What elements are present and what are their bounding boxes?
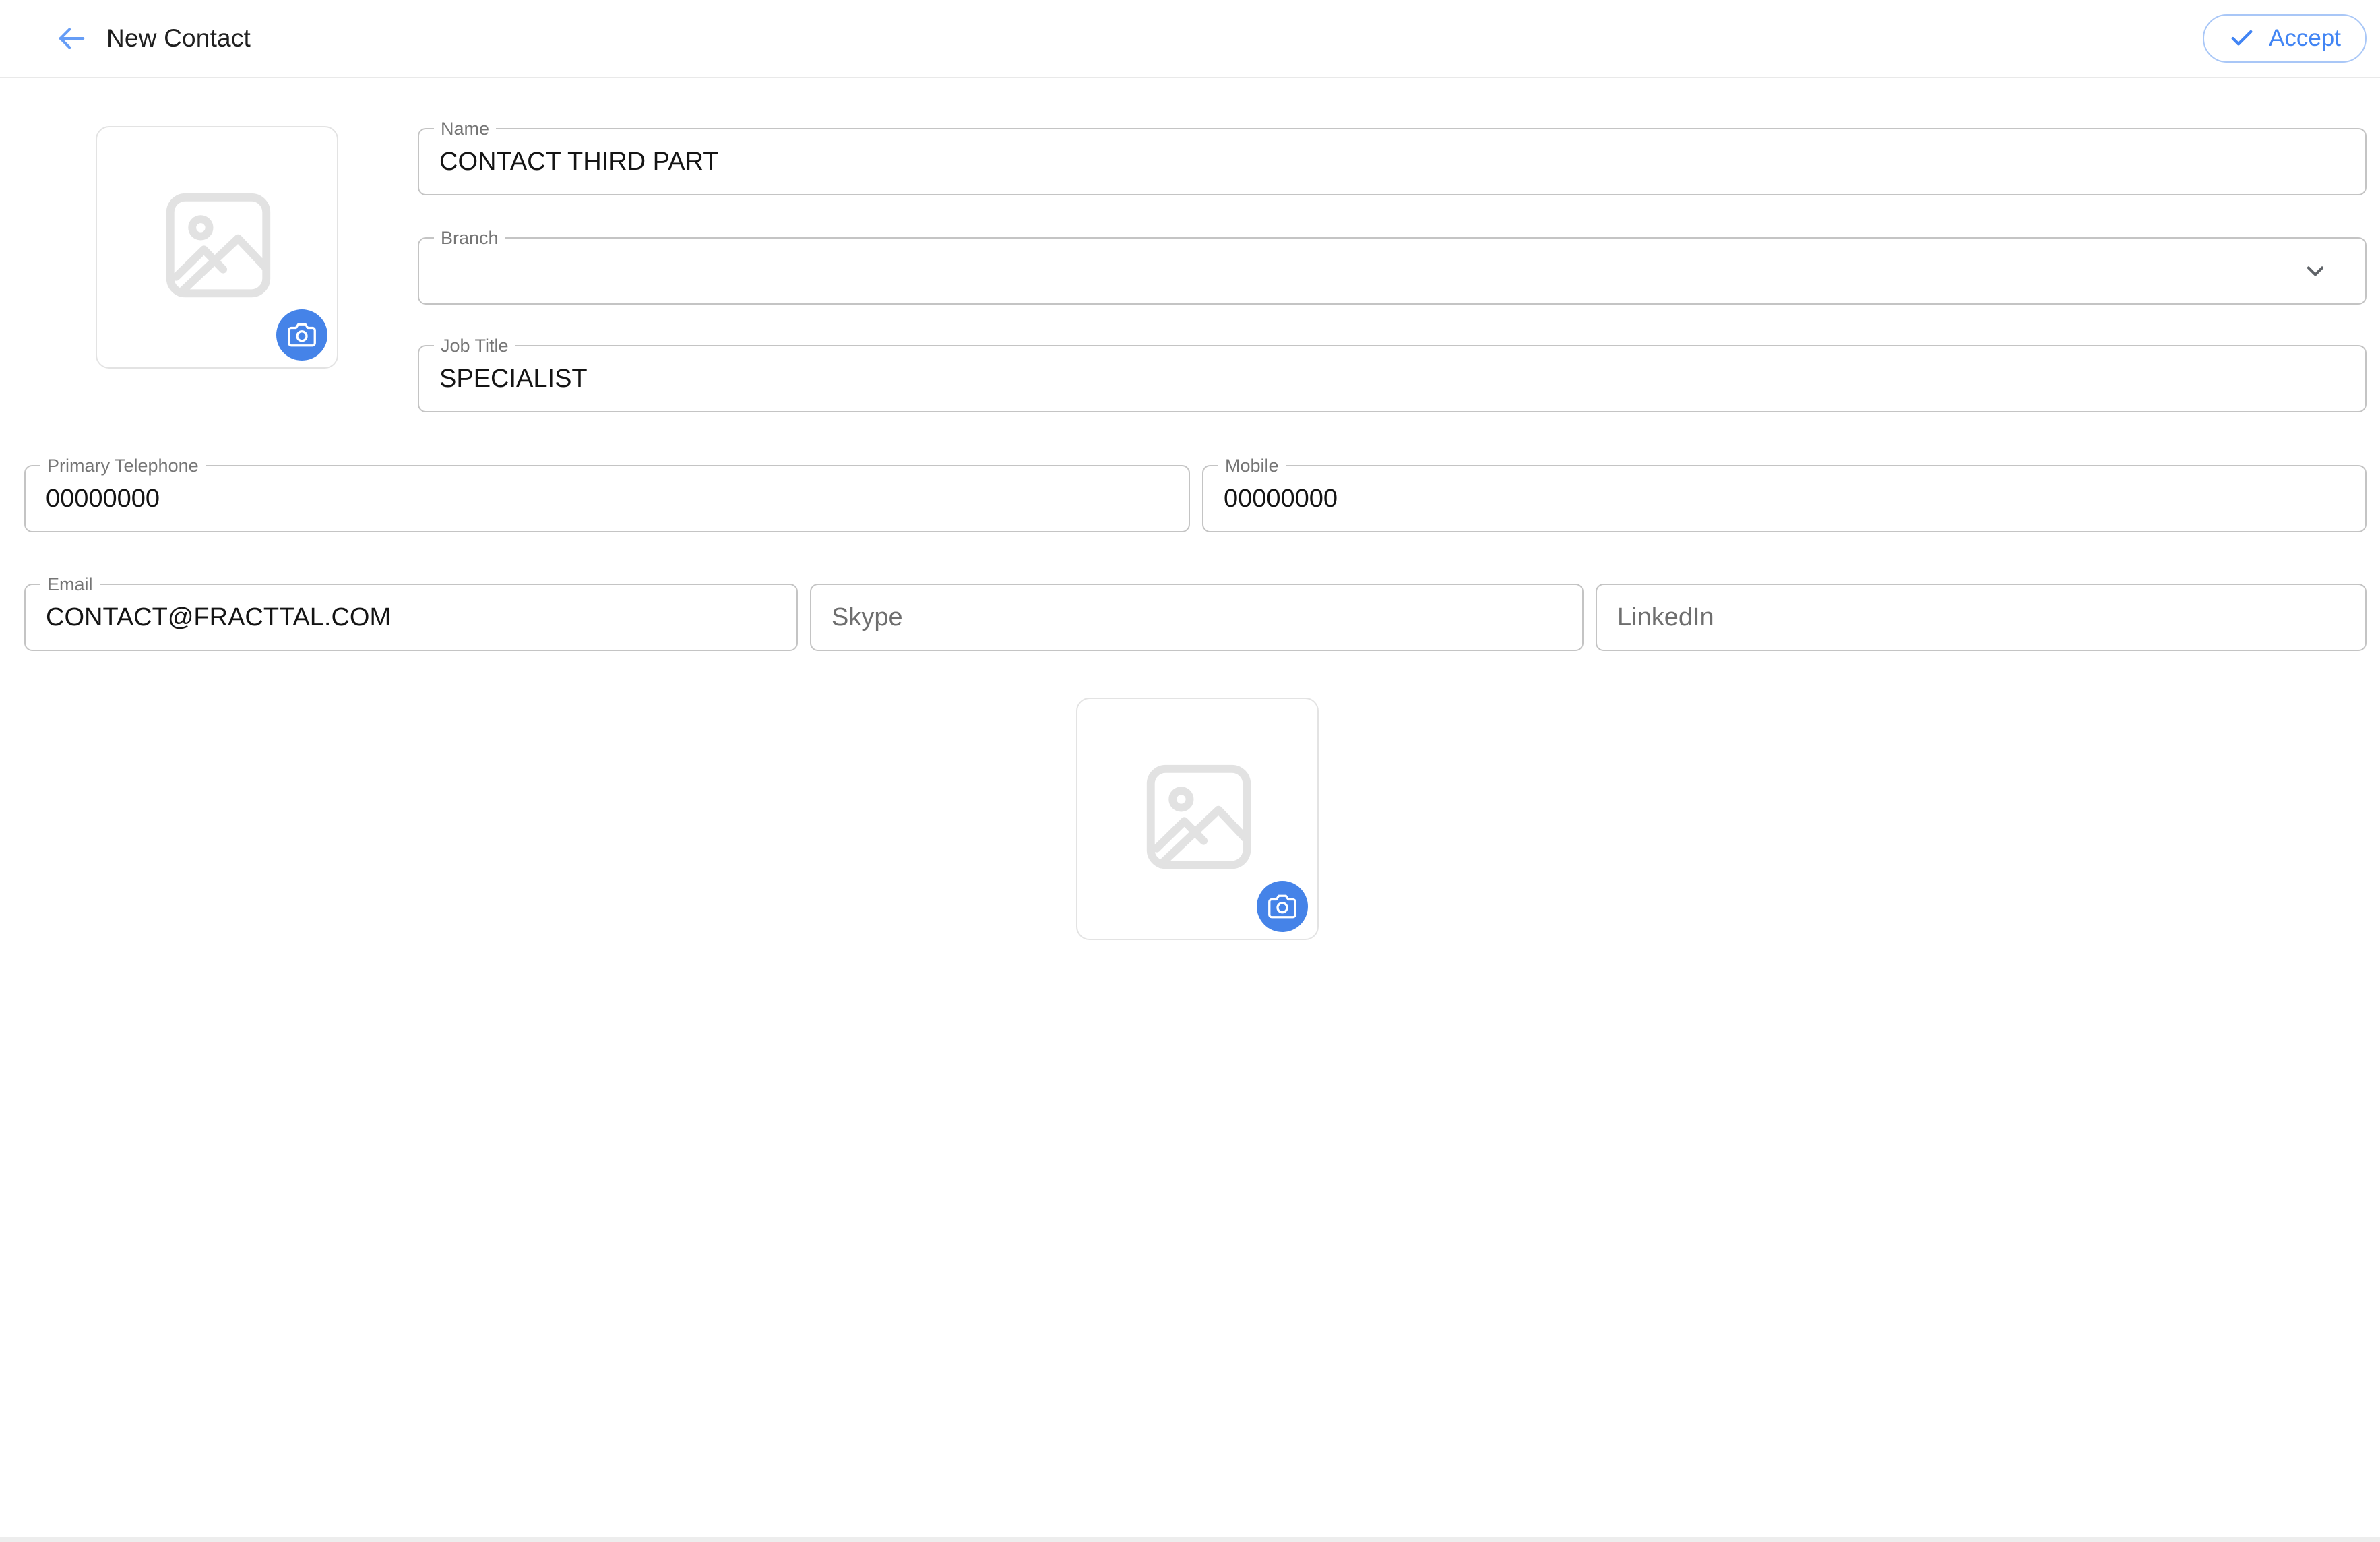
image-placeholder-icon bbox=[154, 181, 282, 313]
image-placeholder-icon bbox=[1135, 753, 1263, 884]
primary-telephone-field[interactable]: Primary Telephone bbox=[24, 465, 1190, 532]
skype-input[interactable] bbox=[811, 585, 1582, 650]
job-title-input[interactable] bbox=[419, 346, 2365, 411]
accept-button[interactable]: Accept bbox=[2203, 14, 2367, 63]
camera-upload-button[interactable] bbox=[1257, 881, 1308, 932]
linkedin-field[interactable] bbox=[1596, 584, 2367, 651]
job-title-field[interactable]: Job Title bbox=[418, 345, 2367, 412]
skype-field[interactable] bbox=[810, 584, 1584, 651]
mobile-field[interactable]: Mobile bbox=[1202, 465, 2367, 532]
job-title-field-label: Job Title bbox=[434, 335, 515, 357]
name-field[interactable]: Name bbox=[418, 128, 2367, 195]
name-input[interactable] bbox=[419, 129, 2365, 194]
page-title: New Contact bbox=[106, 24, 251, 53]
bottom-scrollbar-track bbox=[0, 1537, 2380, 1542]
linkedin-input[interactable] bbox=[1597, 585, 2365, 650]
secondary-photo-upload-card bbox=[1076, 698, 1319, 940]
primary-telephone-field-label: Primary Telephone bbox=[40, 455, 206, 476]
mobile-input[interactable] bbox=[1203, 466, 2365, 531]
email-field[interactable]: Email bbox=[24, 584, 798, 651]
camera-upload-button[interactable] bbox=[276, 309, 327, 361]
branch-field[interactable]: Branch bbox=[418, 237, 2367, 305]
mobile-field-label: Mobile bbox=[1218, 455, 1286, 476]
header: New Contact Accept bbox=[0, 0, 2380, 78]
accept-button-label: Accept bbox=[2269, 25, 2341, 52]
camera-icon bbox=[1268, 892, 1296, 921]
arrow-left-icon bbox=[56, 23, 87, 54]
name-field-label: Name bbox=[434, 118, 496, 140]
email-input[interactable] bbox=[26, 585, 796, 650]
checkmark-icon bbox=[2228, 25, 2255, 52]
back-button[interactable] bbox=[53, 20, 90, 57]
email-field-label: Email bbox=[40, 574, 100, 595]
contact-photo-upload-card bbox=[96, 126, 338, 369]
chevron-down-icon bbox=[2300, 256, 2330, 286]
branch-select[interactable] bbox=[419, 239, 2365, 303]
camera-icon bbox=[288, 321, 316, 349]
branch-field-label: Branch bbox=[434, 227, 505, 249]
